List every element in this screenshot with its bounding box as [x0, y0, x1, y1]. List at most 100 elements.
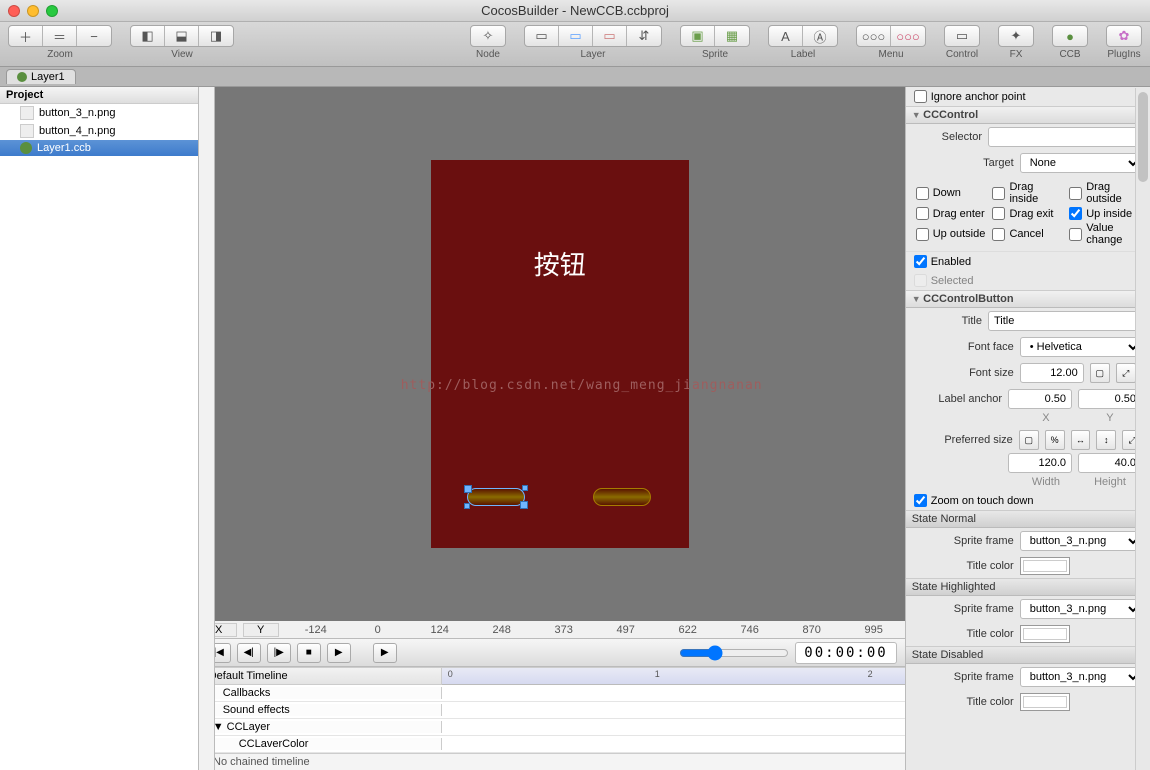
menu-item-button[interactable]: ○○○ — [891, 26, 925, 46]
label-bmf-button[interactable]: Ⓐ — [803, 26, 837, 46]
timeline-footer[interactable]: ▶| No chained timeline — [199, 753, 905, 770]
play-loop-button[interactable]: ▶ — [373, 643, 397, 663]
evt-drag-exit[interactable]: Drag exit — [992, 207, 1063, 220]
section-cccontrol[interactable]: CCControl — [906, 106, 1150, 124]
pref-w-field[interactable] — [1008, 453, 1072, 473]
transport-bar: |◀ ◀| |▶ ■ ▶ ▶ 00:00:00 — [199, 639, 905, 667]
scrollbar-vertical[interactable] — [1135, 88, 1150, 770]
selected-checkbox[interactable]: Selected — [914, 274, 974, 287]
spriteframe-select-dis[interactable]: button_3_n.png — [1020, 667, 1142, 687]
fx-button[interactable]: ✦ — [999, 26, 1033, 46]
tree-item-label: Layer1.ccb — [37, 142, 91, 154]
ruler-tick: 0 — [347, 624, 409, 636]
ruler-tick: 622 — [657, 624, 719, 636]
evt-drag-outside[interactable]: Drag outside — [1069, 181, 1140, 205]
selection-handle-icon[interactable] — [522, 485, 528, 491]
selection-handle-icon[interactable] — [464, 503, 470, 509]
fontface-select[interactable]: • Helvetica — [1020, 337, 1142, 357]
fontsize-field[interactable] — [1020, 363, 1084, 383]
zoom-icon[interactable] — [46, 5, 58, 17]
size-v-btn[interactable]: ↕ — [1096, 430, 1116, 450]
size-h-btn[interactable]: ↔ — [1071, 430, 1091, 450]
view-bottom-button[interactable]: ⬓ — [165, 26, 199, 46]
zoom-out-button[interactable]: − — [77, 26, 111, 46]
evt-down[interactable]: Down — [916, 181, 987, 205]
ruler-vertical — [199, 87, 215, 770]
tree-item[interactable]: button_4_n.png — [0, 122, 198, 140]
plugins-button[interactable]: ✿ — [1107, 26, 1141, 46]
ccb-button[interactable]: ● — [1053, 26, 1087, 46]
minimize-icon[interactable] — [27, 5, 39, 17]
evt-value-change[interactable]: Value change — [1069, 222, 1140, 246]
tree-item[interactable]: button_3_n.png — [0, 104, 198, 122]
section-cccontrolbutton[interactable]: CCControlButton — [906, 290, 1150, 308]
layer-gradient-button[interactable]: ▭ — [593, 26, 627, 46]
title-field[interactable] — [988, 311, 1142, 331]
layer-plain-button[interactable]: ▭ — [525, 26, 559, 46]
zoom-reset-button[interactable]: ＝ — [43, 26, 77, 46]
button-node[interactable] — [593, 488, 651, 506]
ignore-anchor-checkbox[interactable]: Ignore anchor point — [914, 90, 1026, 103]
title-color-well-normal[interactable] — [1020, 557, 1070, 575]
view-right-button[interactable]: ◨ — [199, 26, 233, 46]
label-ttf-button[interactable]: A — [769, 26, 803, 46]
pref-h-field[interactable] — [1078, 453, 1142, 473]
ruler-tick: 373 — [533, 624, 595, 636]
evt-drag-inside[interactable]: Drag inside — [992, 181, 1063, 205]
tl-row-label[interactable]: ▼ CCLayer — [199, 721, 442, 733]
selected-button-node[interactable] — [467, 488, 525, 506]
title-color-well-high[interactable] — [1020, 625, 1070, 643]
spriteframe-label: Sprite frame — [914, 603, 1014, 615]
size-pct-btn[interactable]: % — [1045, 430, 1065, 450]
view-group: ◧ ⬓ ◨ View — [130, 25, 234, 60]
anchor-x-field[interactable] — [1008, 389, 1072, 409]
anchor-y-field[interactable] — [1078, 389, 1142, 409]
size-mode-btn[interactable]: ▢ — [1090, 363, 1110, 383]
titlecolor-label: Title color — [914, 696, 1014, 708]
tl-row-label[interactable]: Sound effects — [199, 704, 442, 716]
sprite9-button[interactable]: ▦ — [715, 26, 749, 46]
ruler-tick: 497 — [595, 624, 657, 636]
sprite-label: Sprite — [702, 49, 728, 60]
menu-button[interactable]: ○○○ — [857, 26, 891, 46]
tl-row-label[interactable]: Callbacks — [199, 687, 442, 699]
spriteframe-select-high[interactable]: button_3_n.png — [1020, 599, 1142, 619]
zoom-touch-checkbox[interactable]: Zoom on touch down — [914, 494, 1034, 507]
step-forward-button[interactable]: |▶ — [267, 643, 291, 663]
evt-cancel[interactable]: Cancel — [992, 222, 1063, 246]
timeline-name[interactable]: Default Timeline — [199, 668, 442, 685]
enabled-checkbox[interactable]: Enabled — [914, 255, 971, 268]
project-tree[interactable]: button_3_n.png button_4_n.png Layer1.ccb — [0, 104, 198, 770]
layer-color-button[interactable]: ▭ — [559, 26, 593, 46]
stop-button[interactable]: ■ — [297, 643, 321, 663]
sprite-button[interactable]: ▣ — [681, 26, 715, 46]
stage[interactable]: 按钮 http://blog.csdn.net/wang_meng_jiangn… — [431, 160, 689, 548]
evt-up-outside[interactable]: Up outside — [916, 222, 987, 246]
control-button[interactable]: ▭ — [945, 26, 979, 46]
scroll-thumb[interactable] — [1138, 92, 1148, 182]
play-button[interactable]: ▶ — [327, 643, 351, 663]
ccb-file-icon — [20, 142, 32, 154]
tl-row-label[interactable]: CCLaverColor — [199, 738, 442, 750]
selector-field[interactable] — [988, 127, 1142, 147]
state-dis-header: State Disabled — [906, 646, 1150, 664]
timeline-zoom-slider[interactable] — [679, 645, 789, 661]
size-fit-btn[interactable]: ⤢ — [1116, 363, 1136, 383]
evt-up-inside[interactable]: Up inside — [1069, 207, 1140, 220]
image-file-icon — [20, 106, 34, 120]
close-icon[interactable] — [8, 5, 20, 17]
title-color-well-dis[interactable] — [1020, 693, 1070, 711]
step-back-button[interactable]: ◀| — [237, 643, 261, 663]
size-abs-btn[interactable]: ▢ — [1019, 430, 1039, 450]
tree-item[interactable]: Layer1.ccb — [0, 140, 198, 156]
layer-scroll-button[interactable]: ⇵ — [627, 26, 661, 46]
node-button[interactable]: ✧ — [471, 26, 505, 46]
target-select[interactable]: None — [1020, 153, 1142, 173]
evt-drag-enter[interactable]: Drag enter — [916, 207, 987, 220]
zoom-in-button[interactable]: ＋ — [9, 26, 43, 46]
timeline-ruler[interactable]: 0 1 2 — [442, 668, 905, 685]
tab-layer1[interactable]: Layer1 — [6, 69, 76, 84]
spriteframe-select-normal[interactable]: button_3_n.png — [1020, 531, 1142, 551]
view-left-button[interactable]: ◧ — [131, 26, 165, 46]
canvas[interactable]: 按钮 http://blog.csdn.net/wang_meng_jiangn… — [215, 87, 905, 621]
